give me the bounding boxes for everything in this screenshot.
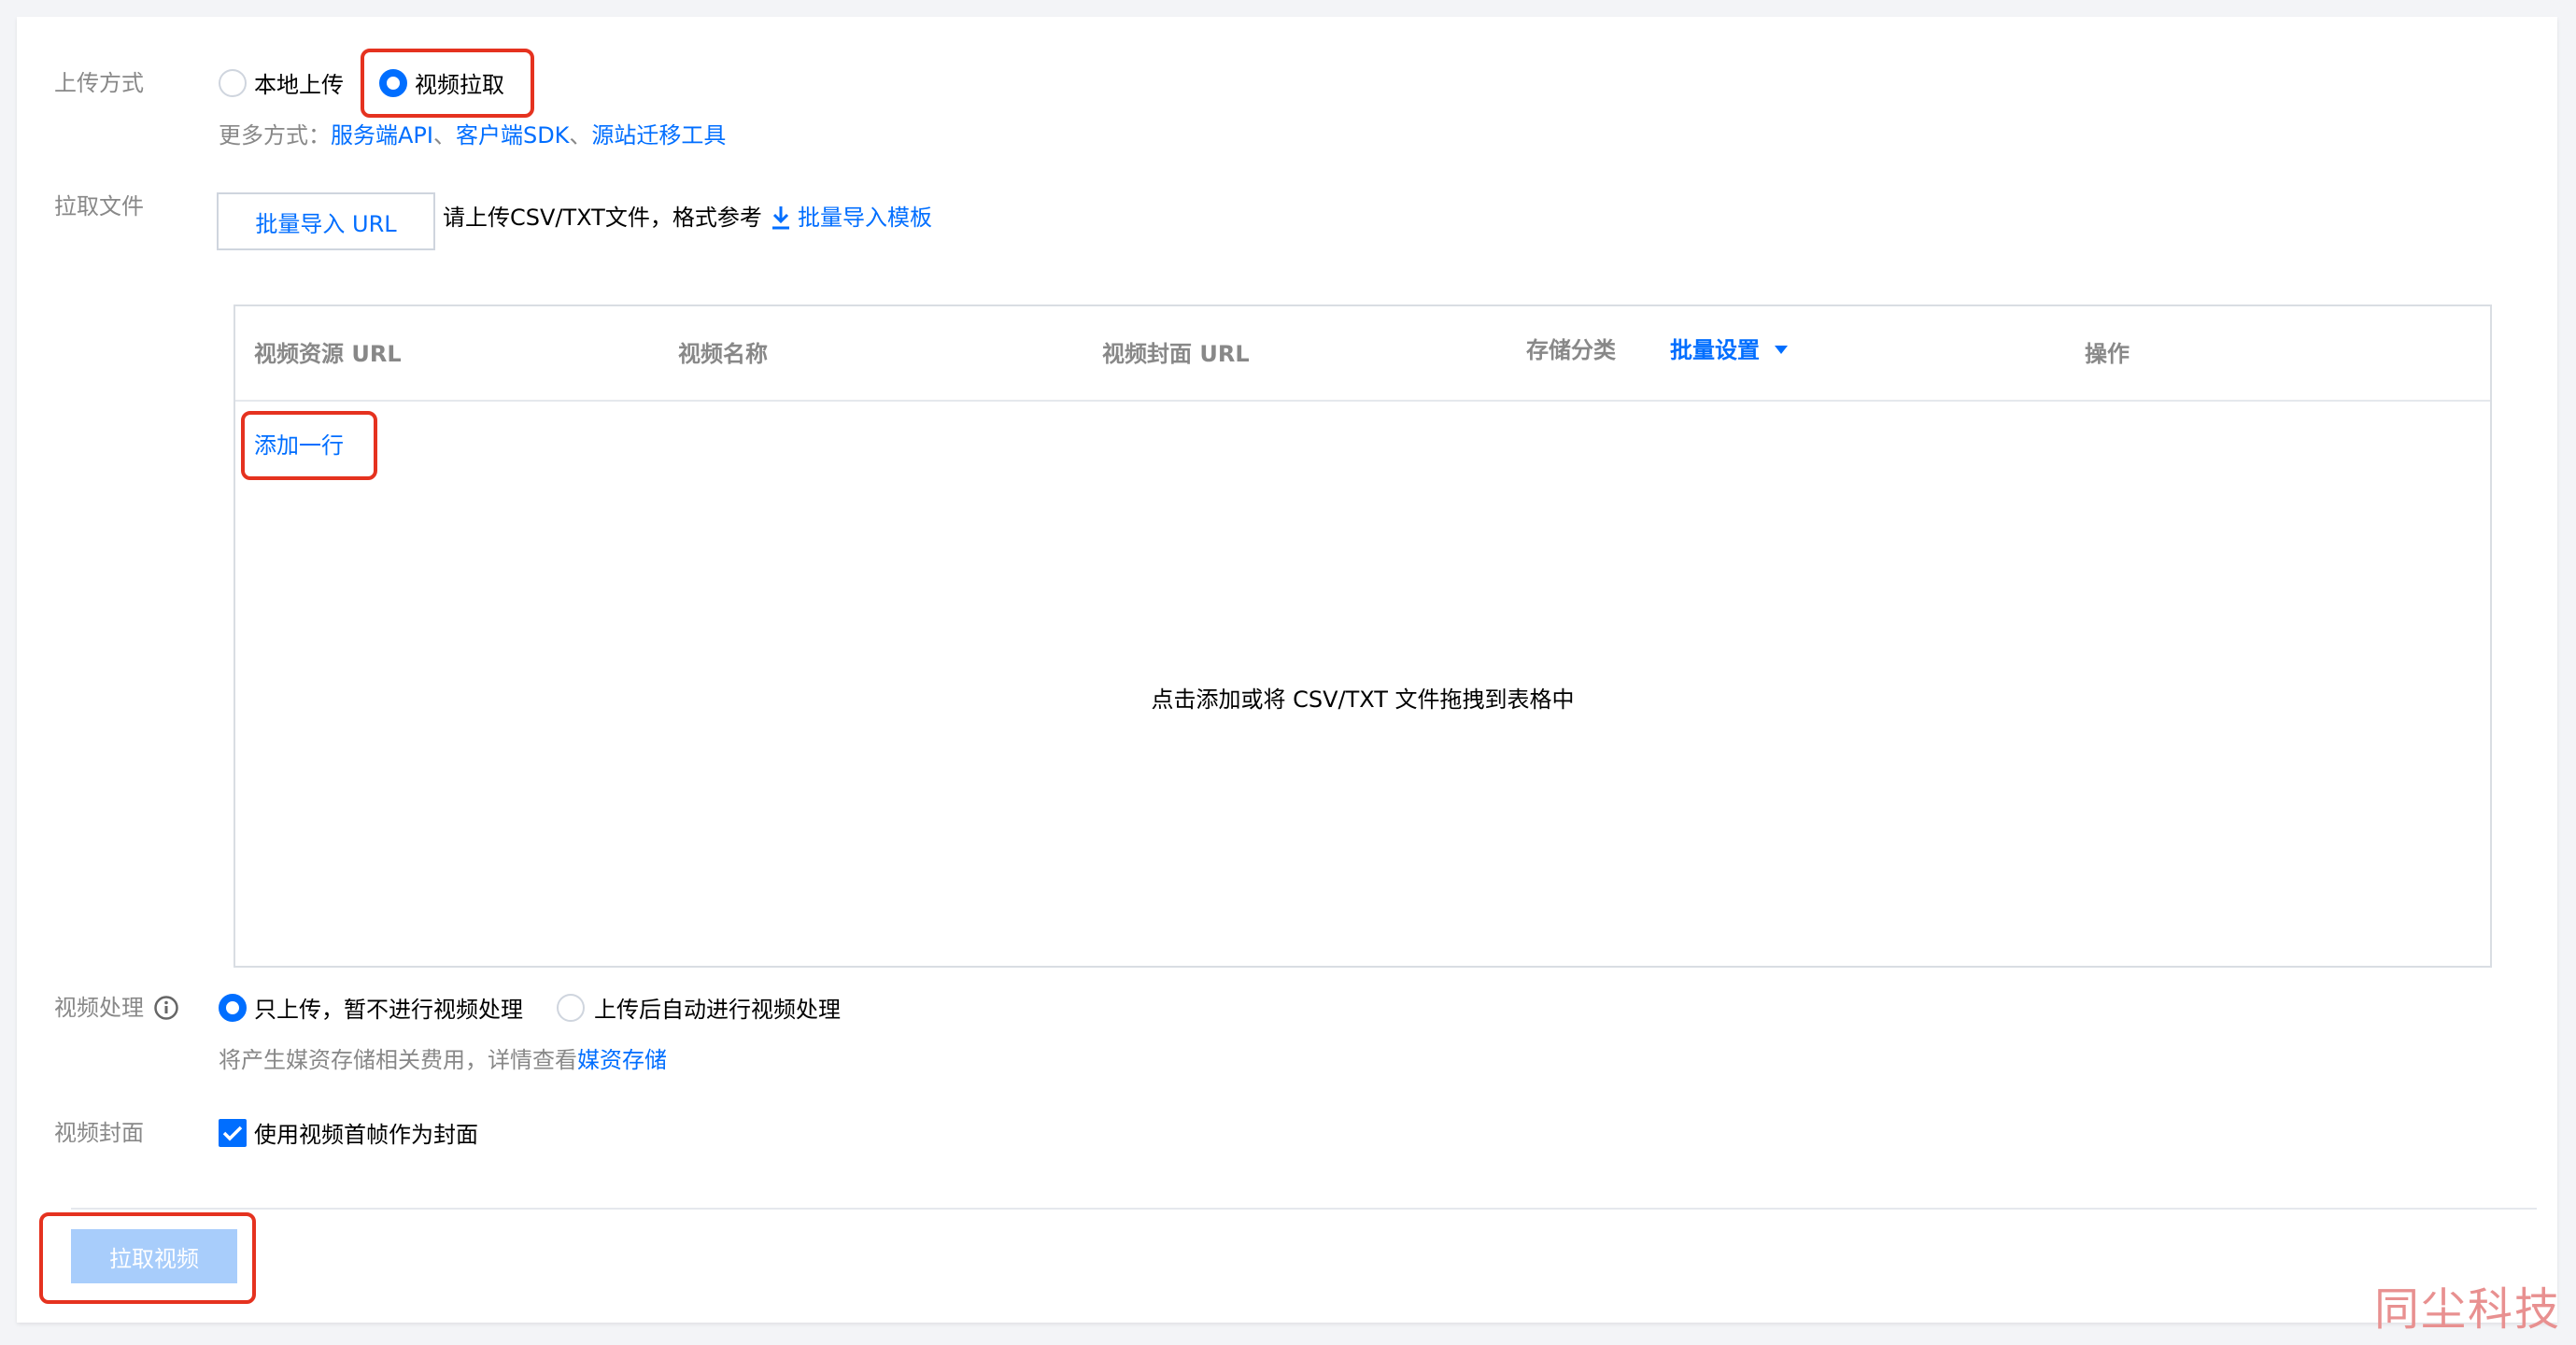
template-download-link[interactable]: 批量导入模板 (770, 204, 932, 232)
col-video-url: 视频资源 URL (254, 341, 402, 367)
check-icon (222, 1126, 243, 1141)
col-action: 操作 (2085, 341, 2130, 367)
local-upload-label[interactable]: 本地上传 (254, 71, 344, 99)
batch-settings-dropdown[interactable]: 批量设置 (1670, 336, 1790, 364)
processing-label-row: 视频处理 (54, 994, 179, 1022)
info-icon[interactable] (153, 995, 179, 1021)
more-methods-row: 更多方式：服务端API、客户端SDK、源站迁移工具 (219, 121, 726, 149)
cover-label: 视频封面 (54, 1120, 144, 1146)
batch-import-url-button[interactable]: 批量导入 URL (217, 192, 435, 250)
table-header: 视频资源 URL 视频名称 视频封面 URL 存储分类 批量设置 操作 (235, 306, 2490, 402)
divider (71, 1208, 2537, 1210)
col-category: 存储分类 (1526, 337, 1616, 363)
separator: 、 (432, 122, 456, 149)
link-migration-tool[interactable]: 源站迁移工具 (591, 122, 726, 149)
radio-local-upload[interactable] (219, 69, 247, 97)
download-icon (772, 206, 789, 230)
url-table: 视频资源 URL 视频名称 视频封面 URL 存储分类 批量设置 操作 添加一行… (234, 304, 2492, 968)
col-cover-url: 视频封面 URL (1102, 341, 1250, 367)
col-video-name: 视频名称 (678, 341, 768, 367)
separator: 、 (569, 122, 592, 149)
highlight-add-row (241, 411, 377, 480)
first-frame-cover-label[interactable]: 使用视频首帧作为封面 (254, 1121, 478, 1149)
radio-auto-process[interactable] (557, 994, 585, 1022)
processing-label: 视频处理 (54, 995, 144, 1021)
radio-upload-only[interactable] (219, 994, 247, 1022)
watermark: 同尘科技 (2373, 1283, 2561, 1336)
pull-file-hint: 请上传CSV/TXT文件，格式参考 (443, 205, 762, 231)
template-link-text: 批量导入模板 (798, 205, 932, 231)
auto-process-label[interactable]: 上传后自动进行视频处理 (594, 996, 841, 1024)
first-frame-cover-checkbox[interactable] (219, 1119, 247, 1147)
highlight-pull-video (39, 1212, 256, 1304)
link-server-api[interactable]: 服务端API (331, 122, 433, 149)
processing-note-text: 将产生媒资存储相关费用，详情查看 (219, 1047, 577, 1073)
upload-method-label: 上传方式 (54, 70, 144, 96)
pull-file-label: 拉取文件 (54, 193, 144, 219)
caret-down-icon (1775, 346, 1788, 354)
link-client-sdk[interactable]: 客户端SDK (456, 122, 569, 149)
upload-form-card: 上传方式 本地上传 视频拉取 更多方式：服务端API、客户端SDK、源站迁移工具… (17, 17, 2557, 1323)
batch-settings-label: 批量设置 (1670, 337, 1760, 363)
media-storage-link[interactable]: 媒资存储 (577, 1047, 667, 1073)
table-empty-text: 点击添加或将 CSV/TXT 文件拖拽到表格中 (1151, 687, 1575, 713)
processing-note: 将产生媒资存储相关费用，详情查看媒资存储 (219, 1046, 667, 1074)
highlight-video-pull (361, 49, 534, 118)
upload-only-label[interactable]: 只上传，暂不进行视频处理 (254, 996, 523, 1024)
more-methods-prefix: 更多方式： (219, 122, 331, 149)
